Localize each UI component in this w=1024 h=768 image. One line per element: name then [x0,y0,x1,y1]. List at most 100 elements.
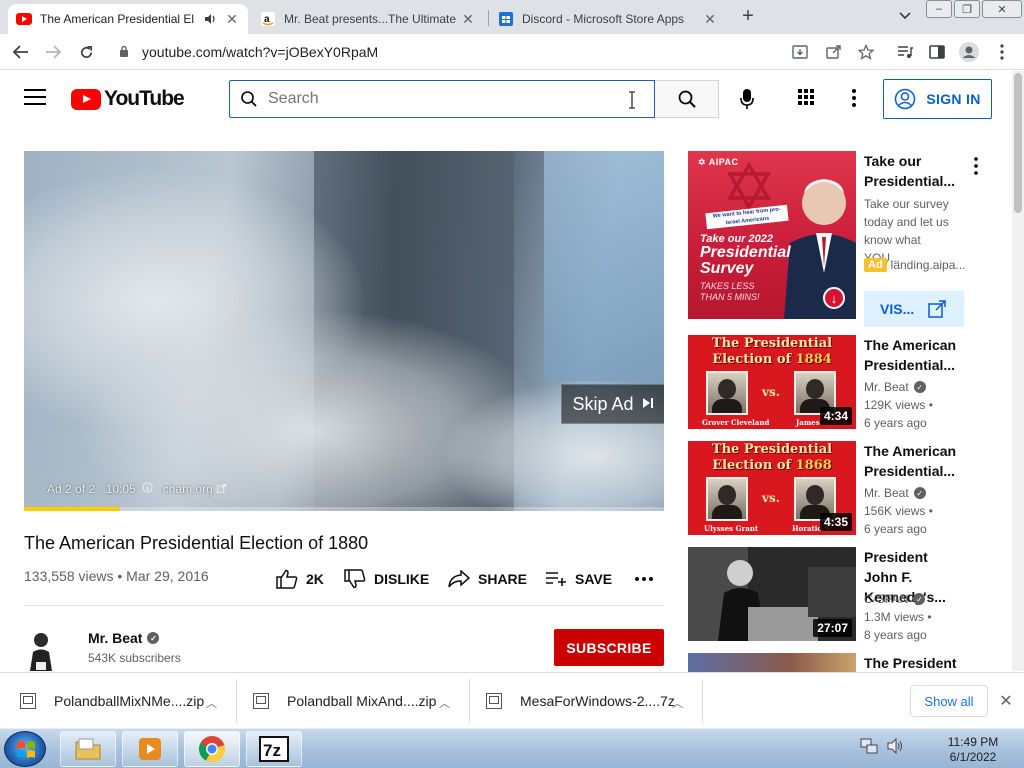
system-tray [860,737,904,760]
like-button[interactable]: 2K [276,568,324,590]
lock-icon[interactable] [112,45,136,60]
taskbar-file-explorer[interactable] [60,731,116,767]
tab-close-icon[interactable]: ✕ [460,11,476,27]
show-all-downloads-button[interactable]: Show all [910,685,988,717]
download-page-icon[interactable] [788,40,812,64]
chevron-up-icon[interactable]: ︿ [439,695,450,711]
sidebar-video-item[interactable]: The Presidential Election of 1884 vs. Gr… [688,335,968,435]
profile-avatar-icon[interactable] [957,40,981,64]
dislike-button[interactable]: DISLIKE [344,568,429,590]
taskbar-media-player[interactable] [122,731,178,767]
youtube-favicon [16,11,32,27]
share-icon[interactable] [822,40,846,64]
taskbar-7zip[interactable]: 7z [246,731,302,767]
window-controls: ‒ ❐ ✕ [924,0,1022,18]
tab-close-icon[interactable]: ✕ [224,11,240,27]
video-player[interactable]: Skip Ad Ad 2 of 2 · 10:05 cham.org [24,151,664,511]
video-title[interactable]: The American Presidential... [864,441,964,481]
sidebar-video-item[interactable]: The President [688,653,968,672]
verified-check-icon: ✓ [147,632,160,644]
dislike-label: DISLIKE [374,571,430,587]
search-field[interactable] [229,80,655,118]
search-button[interactable] [655,80,719,118]
tab-youtube[interactable]: The American Presidential El ✕ [8,4,248,34]
chevron-up-icon[interactable]: ︿ [672,695,683,711]
settings-more-icon[interactable] [843,87,865,109]
ad-more-icon[interactable] [972,157,980,175]
taskbar-chrome[interactable] [184,731,240,767]
video-thumbnail[interactable]: 27:07 [688,547,856,641]
network-icon[interactable] [860,737,878,760]
video-channel[interactable]: C-SPAN ✓ [864,592,926,606]
close-download-bar-icon[interactable]: ✕ [998,691,1014,710]
visit-site-button[interactable]: VIS... [864,291,964,327]
start-button[interactable] [4,731,46,767]
hamburger-menu-icon[interactable] [24,89,46,109]
close-window-icon[interactable]: ✕ [982,0,1022,18]
youtube-logo[interactable]: YouTube [71,87,185,111]
tab-title: Mr. Beat presents...The Ultimate [284,12,457,26]
ad-domain-link[interactable]: cham.org [163,482,213,496]
search-input[interactable] [268,90,608,108]
skip-ad-button[interactable]: Skip Ad [561,384,664,424]
sidebar-video-item[interactable]: The Presidential Election of 1868 vs. Ul… [688,441,968,541]
tab-amazon[interactable]: a Mr. Beat presents...The Ultimate ✕ [252,4,484,34]
ad-title[interactable]: Take our Presidential... [864,151,955,191]
external-link-icon[interactable] [216,482,226,496]
scrollbar-thumb[interactable] [1014,73,1022,213]
video-channel[interactable]: Mr. Beat ✓ [864,486,926,500]
microphone-icon[interactable] [732,84,762,114]
url-text: youtube.com/watch?v=jOBexY0RpaM [142,44,379,60]
info-icon[interactable] [142,482,153,496]
address-bar[interactable]: youtube.com/watch?v=jOBexY0RpaM [108,38,888,66]
media-control-icon[interactable] [893,40,917,64]
video-title[interactable]: The American Presidential... [864,335,964,375]
browser-menu-icon[interactable] [990,40,1014,64]
sign-in-button[interactable]: SIGN IN [883,79,992,119]
save-button[interactable]: SAVE [545,568,612,590]
page-scrollbar[interactable] [1012,71,1024,671]
channel-avatar[interactable] [24,628,72,671]
verified-check-icon: ✓ [913,593,926,605]
volume-icon[interactable] [886,737,904,760]
channel-name[interactable]: Mr. Beat ✓ [88,630,160,646]
tab-close-icon[interactable]: ✕ [702,11,718,27]
zip-file-icon [20,693,36,709]
more-actions-icon[interactable] [634,568,662,590]
portrait-left [706,371,748,415]
youtube-logo-text: YouTube [104,87,185,110]
ad-thumbnail[interactable]: ✡ AIPAC We want to hear from pro-Israel … [688,151,856,319]
download-item[interactable]: Polandball MixAnd....zip ︿ [253,673,468,729]
channel-text: Mr. Beat [864,380,909,394]
video-frame-window [544,151,664,381]
chevron-up-icon[interactable]: ︿ [206,695,217,711]
download-item[interactable]: MesaForWindows-2....7z ︿ [486,673,701,729]
back-arrow-icon[interactable] [9,40,33,64]
restore-icon[interactable]: ❐ [954,0,980,18]
subscribe-button[interactable]: SUBSCRIBE [554,629,664,666]
download-item[interactable]: PolandballMixNMe....zip ︿ [20,673,235,729]
sidebar-ad-card[interactable]: ✡ AIPAC We want to hear from pro-Israel … [688,151,978,331]
apps-grid-icon[interactable] [796,87,818,109]
tab-discord-store[interactable]: Discord - Microsoft Store Apps ✕ [490,4,726,34]
ad-progress-bar[interactable] [24,507,664,511]
system-clock[interactable]: 11:49 PM 6/1/2022 [940,735,1006,765]
tab-audio-icon[interactable] [202,11,218,27]
video-thumbnail[interactable] [688,653,856,672]
video-title[interactable]: The President [864,653,964,672]
reload-icon[interactable] [74,40,98,64]
video-thumbnail[interactable]: The Presidential Election of 1868 vs. Ul… [688,441,856,535]
video-thumbnail[interactable]: The Presidential Election of 1884 vs. Gr… [688,335,856,429]
external-link-icon [928,300,946,318]
tab-search-chevron-icon[interactable] [893,4,917,28]
video-age: 8 years ago [864,628,927,642]
new-tab-plus-icon[interactable]: + [737,6,759,28]
bookmark-star-icon[interactable] [854,40,878,64]
forward-arrow-icon[interactable] [41,40,65,64]
verified-check-icon: ✓ [913,381,926,393]
sidebar-video-item[interactable]: 27:07 President John F. Kennedy's... C-S… [688,547,968,647]
side-panel-icon[interactable] [925,40,949,64]
minimize-icon[interactable]: ‒ [926,0,952,18]
video-channel[interactable]: Mr. Beat ✓ [864,380,926,394]
share-button[interactable]: SHARE [448,568,527,590]
